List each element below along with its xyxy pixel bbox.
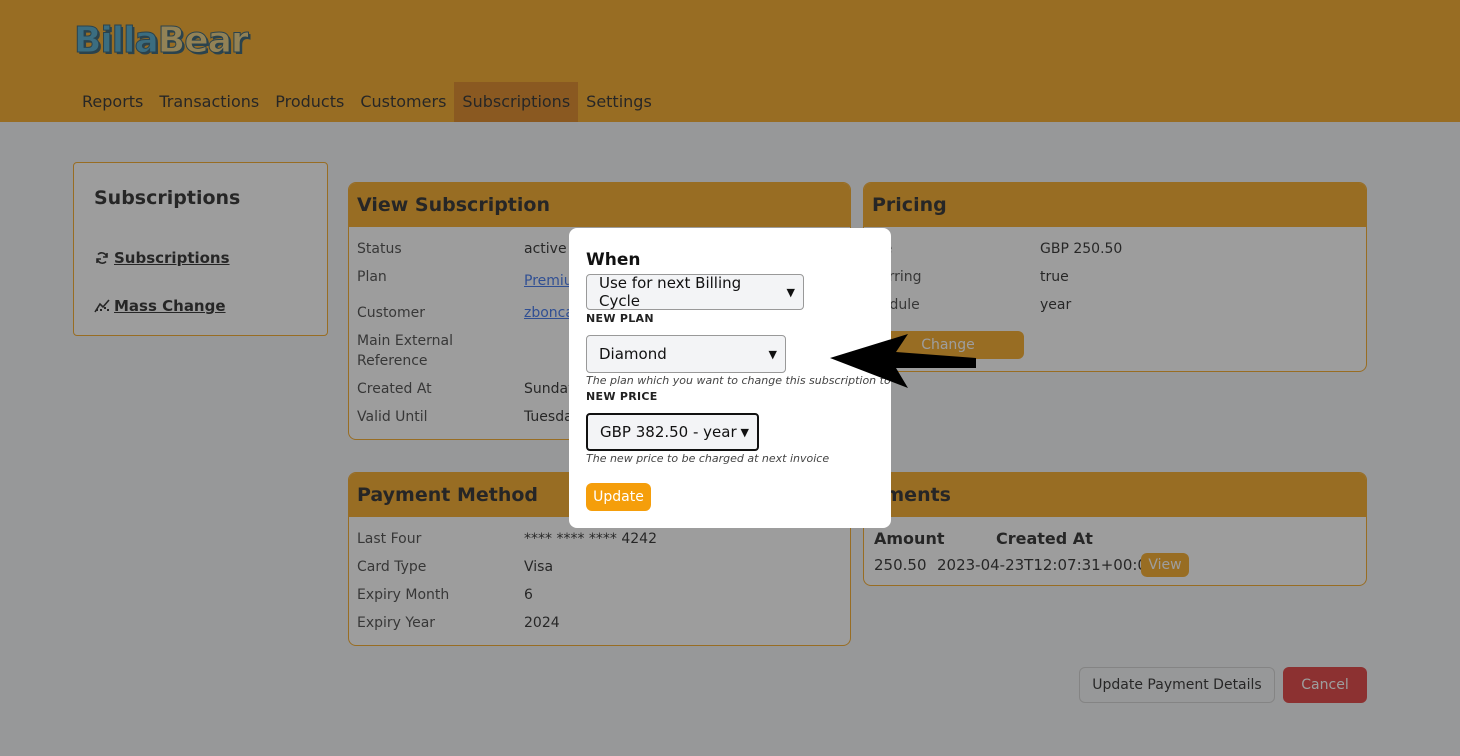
new-price-select-value: GBP 382.50 - year xyxy=(600,423,737,441)
chevron-down-icon: ▼ xyxy=(768,347,777,361)
new-price-help: The new price to be charged at next invo… xyxy=(586,452,830,465)
new-plan-label: NEW PLAN xyxy=(586,312,654,325)
chevron-down-icon: ▼ xyxy=(740,425,749,439)
new-price-label: NEW PRICE xyxy=(586,390,658,403)
chevron-down-icon: ▼ xyxy=(786,285,795,299)
new-plan-select-value: Diamond xyxy=(599,345,667,363)
when-select-value: Use for next Billing Cycle xyxy=(599,274,742,310)
when-select[interactable]: Use for next Billing Cycle ▼ xyxy=(586,274,804,310)
update-button[interactable]: Update xyxy=(586,483,651,511)
new-plan-select[interactable]: Diamond ▼ xyxy=(586,335,786,373)
arrow-left-icon xyxy=(830,334,976,388)
when-label: When xyxy=(586,250,641,270)
new-price-select[interactable]: GBP 382.50 - year ▼ xyxy=(586,413,759,451)
